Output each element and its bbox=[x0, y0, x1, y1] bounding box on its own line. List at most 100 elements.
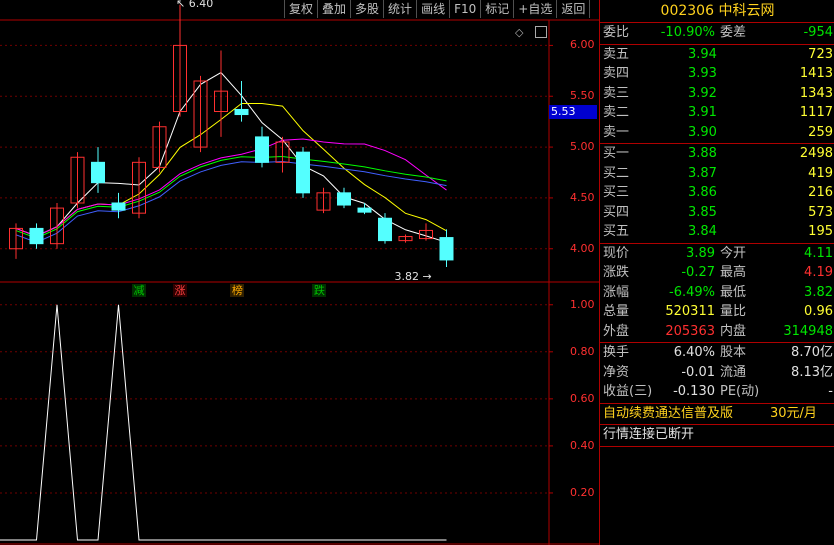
row-value: -6.49% bbox=[669, 284, 715, 300]
level-volume: 1117 bbox=[799, 105, 833, 120]
row-value-2: 3.82 bbox=[804, 284, 833, 300]
level-volume: 2498 bbox=[799, 146, 833, 161]
row-value: -0.01 bbox=[681, 364, 715, 380]
price-tick-label: 5.50 bbox=[570, 89, 595, 103]
level-volume: 195 bbox=[808, 224, 833, 239]
row-value: 3.89 bbox=[686, 245, 715, 261]
row-label-2: 流通 bbox=[720, 364, 747, 380]
buy-row: 买二 3.87 419 bbox=[600, 164, 834, 183]
candle-body-down bbox=[255, 136, 269, 163]
sell-row: 卖二 3.91 1117 bbox=[600, 103, 834, 122]
row-label-2: 内盘 bbox=[720, 323, 747, 339]
candle-body-down bbox=[91, 161, 105, 184]
row-value-2: 314948 bbox=[783, 323, 833, 339]
row-value-2: -954 bbox=[803, 25, 833, 40]
row-value-2: - bbox=[828, 384, 833, 399]
level-price: 3.92 bbox=[688, 85, 717, 101]
buy-row: 买五 3.84 195 bbox=[600, 222, 834, 241]
panel-divider bbox=[600, 445, 834, 447]
level-price: 3.85 bbox=[688, 204, 717, 220]
level-price: 3.91 bbox=[688, 105, 717, 120]
candle-body-down bbox=[111, 202, 126, 211]
row-label: 涨跌 bbox=[603, 265, 630, 280]
level-volume: 1413 bbox=[799, 66, 833, 81]
price-tick-label: 4.50 bbox=[570, 190, 595, 204]
level-price: 3.84 bbox=[688, 224, 717, 239]
row-label: 净资 bbox=[603, 364, 630, 380]
chart-area[interactable] bbox=[0, 0, 599, 545]
level-volume: 216 bbox=[808, 185, 833, 200]
buy-row: 买一 3.88 2498 bbox=[600, 144, 834, 163]
quote-row: 外盘 205363 内盘 314948 bbox=[600, 322, 834, 341]
row-label: 外盘 bbox=[603, 323, 630, 339]
row-label-2: 股本 bbox=[720, 345, 747, 360]
low-annotation: 3.82 → bbox=[394, 270, 432, 284]
level-label: 卖二 bbox=[603, 105, 630, 120]
level-price: 3.86 bbox=[688, 185, 717, 200]
row-label-2: 最高 bbox=[720, 265, 747, 280]
diamond-icon[interactable]: ◇ bbox=[515, 26, 523, 39]
indicator-tick-label: 0.60 bbox=[570, 391, 595, 405]
price-tick-label: 5.00 bbox=[570, 140, 595, 154]
promo-price: 30元/月 bbox=[770, 405, 817, 421]
row-label: 收益(三) bbox=[603, 384, 653, 399]
indicator-tick-label: 1.00 bbox=[570, 297, 595, 311]
stock-title: 002306 中科云网 bbox=[600, 0, 834, 22]
connection-status: 行情连接已断开 bbox=[600, 425, 834, 444]
indicator-tick-label: 0.40 bbox=[570, 438, 595, 452]
price-tick-label: 6.00 bbox=[570, 38, 595, 52]
event-marker[interactable]: 涨 bbox=[173, 284, 187, 297]
level-label: 买五 bbox=[603, 224, 630, 239]
fundamental-row: 换手 6.40% 股本 8.70亿 bbox=[600, 343, 834, 362]
candle-body-down bbox=[378, 217, 392, 242]
sell-row: 卖一 3.90 259 bbox=[600, 123, 834, 142]
quote-row: 涨跌 -0.27 最高 4.19 bbox=[600, 263, 834, 282]
row-label: 总量 bbox=[603, 304, 630, 319]
row-value: 205363 bbox=[665, 323, 715, 339]
row-label: 现价 bbox=[603, 245, 630, 261]
fundamental-row: 净资 -0.01 流通 8.13亿 bbox=[600, 363, 834, 382]
level-price: 3.90 bbox=[688, 124, 717, 140]
row-value-2: 8.70亿 bbox=[791, 345, 833, 360]
sell-row: 卖五 3.94 723 bbox=[600, 45, 834, 64]
level-label: 卖一 bbox=[603, 124, 630, 140]
level-price: 3.87 bbox=[688, 165, 717, 181]
level-volume: 573 bbox=[808, 204, 833, 220]
candle-body-down bbox=[296, 151, 310, 194]
level-price: 3.93 bbox=[688, 66, 717, 81]
level-price: 3.94 bbox=[688, 46, 717, 62]
row-label-2: PE(动) bbox=[720, 384, 760, 399]
maximize-icon[interactable] bbox=[535, 26, 547, 38]
indicator-tick-label: 0.80 bbox=[570, 344, 595, 358]
buy-row: 买三 3.86 216 bbox=[600, 183, 834, 202]
weibi-row: 委比 -10.90% 委差 -954 bbox=[600, 23, 834, 42]
promo-text[interactable]: 自动续费通达信普及版 bbox=[603, 404, 733, 423]
row-label-2: 量比 bbox=[720, 304, 747, 319]
level-volume: 723 bbox=[808, 46, 833, 62]
stock-code: 002306 bbox=[660, 3, 714, 19]
status-text: 行情连接已断开 bbox=[603, 427, 695, 442]
indicator-line bbox=[0, 304, 447, 541]
level-volume: 259 bbox=[808, 124, 833, 140]
candle-body-down bbox=[234, 108, 249, 116]
event-marker[interactable]: 减 bbox=[132, 284, 146, 297]
row-value: -0.130 bbox=[673, 384, 715, 399]
event-marker[interactable]: 跌 bbox=[312, 284, 327, 297]
row-label: 委比 bbox=[603, 25, 630, 40]
row-value: -0.27 bbox=[681, 265, 715, 280]
row-label-2: 最低 bbox=[720, 284, 747, 300]
stock-name: 中科云网 bbox=[718, 3, 775, 19]
row-value-2: 0.96 bbox=[804, 304, 833, 319]
promo-row[interactable]: 自动续费通达信普及版 30元/月 bbox=[600, 404, 834, 423]
row-value: -10.90% bbox=[660, 25, 715, 40]
quote-row: 涨幅 -6.49% 最低 3.82 bbox=[600, 283, 834, 302]
level-label: 卖三 bbox=[603, 85, 630, 101]
level-label: 买二 bbox=[603, 165, 630, 181]
row-value: 520311 bbox=[665, 304, 715, 319]
row-value-2: 4.19 bbox=[804, 265, 833, 280]
level-label: 买四 bbox=[603, 204, 630, 220]
candle-body-down bbox=[337, 192, 351, 206]
event-marker[interactable]: 榜 bbox=[230, 284, 245, 297]
row-label: 涨幅 bbox=[603, 284, 630, 300]
row-value-2: 4.11 bbox=[804, 245, 833, 261]
